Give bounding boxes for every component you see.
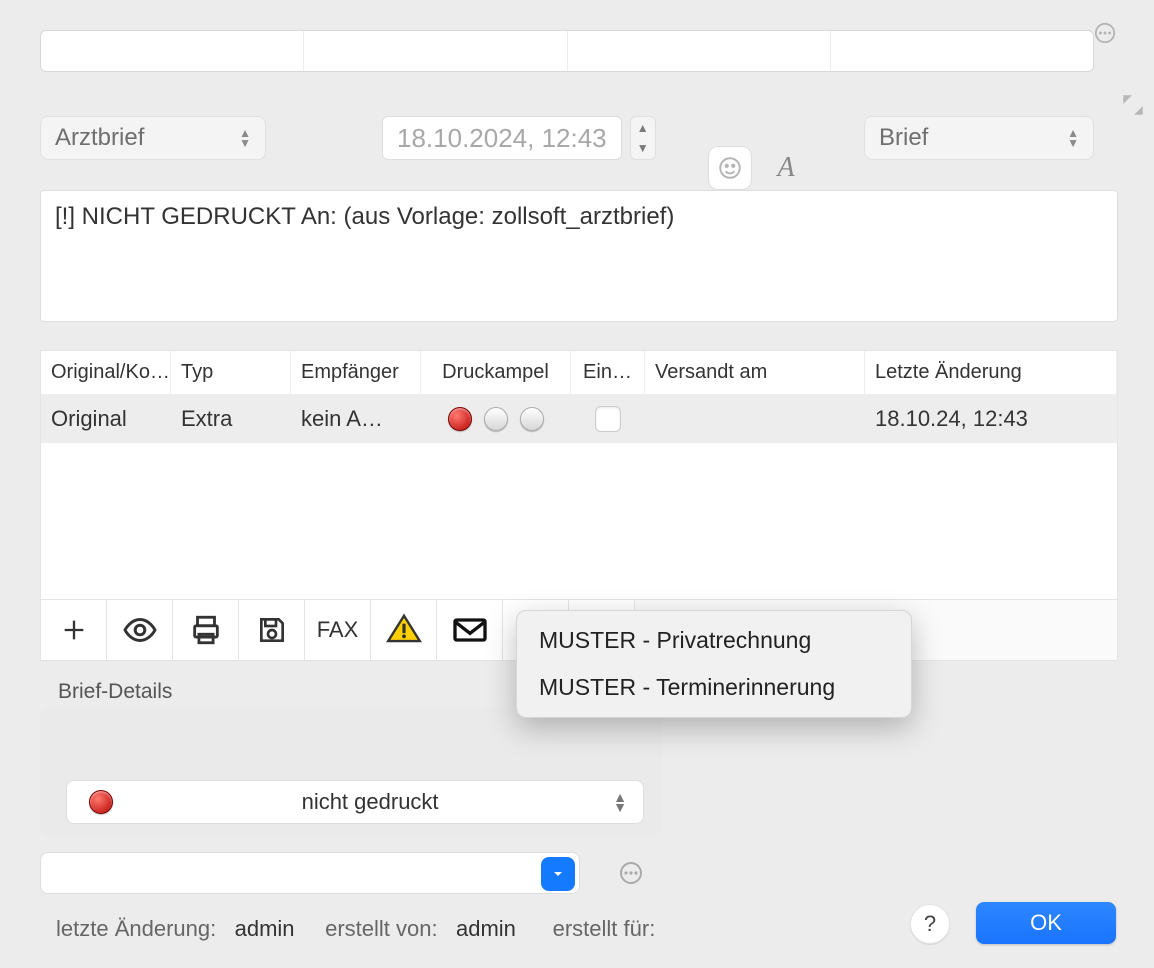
status-light-red-icon [89, 790, 113, 814]
subject-text: [!] NICHT GEDRUCKT An: (aus Vorlage: zol… [55, 203, 674, 230]
dropdown-item-terminerinnerung[interactable]: MUSTER - Terminerinnerung [517, 664, 911, 711]
help-label: ? [924, 911, 936, 937]
type-select[interactable]: Arztbrief ▲▼ [40, 116, 266, 160]
font-button[interactable]: A [764, 146, 808, 190]
col-versandt-am[interactable]: Versandt am [645, 351, 865, 395]
add-button[interactable] [41, 600, 107, 660]
top-tab-bar [40, 30, 1094, 72]
more-options-icon[interactable] [616, 858, 646, 888]
col-letzte-aenderung[interactable]: Letzte Änderung [865, 351, 1117, 395]
subject-textarea[interactable]: [!] NICHT GEDRUCKT An: (aus Vorlage: zol… [40, 190, 1118, 322]
expand-icon[interactable] [1120, 92, 1146, 124]
warning-button[interactable] [371, 600, 437, 660]
ok-label: OK [1030, 910, 1062, 936]
format-select-value: Brief [879, 124, 928, 152]
preview-button[interactable] [107, 600, 173, 660]
top-tab-1[interactable] [41, 31, 304, 71]
cell-empfaenger: kein A… [291, 395, 421, 443]
datetime-field[interactable]: 18.10.2024, 12:43 [382, 116, 622, 160]
created-for-label: erstellt für: [553, 916, 656, 941]
status-light-off [484, 407, 508, 431]
col-original-kopie[interactable]: Original/Ko… [41, 351, 171, 395]
save-button[interactable] [239, 600, 305, 660]
created-by-label: erstellt von: [325, 916, 438, 941]
created-by-value: admin [456, 916, 516, 941]
col-empfaenger[interactable]: Empfänger [291, 351, 421, 395]
table-row[interactable]: Original Extra kein A… 18.10.24, 12:43 [41, 395, 1117, 443]
print-status-value: nicht gedruckt [127, 789, 613, 815]
last-change-value: admin [235, 916, 295, 941]
ok-button[interactable]: OK [976, 902, 1116, 944]
cell-original-kopie: Original [41, 395, 171, 443]
template-dropdown: MUSTER - Privatrechnung MUSTER - Termine… [516, 610, 912, 718]
datetime-value: 18.10.2024, 12:43 [397, 123, 607, 154]
chevron-down-icon: ▼ [631, 139, 655, 157]
top-tab-2[interactable] [304, 31, 567, 71]
cell-typ: Extra [171, 395, 291, 443]
chevron-updown-icon: ▲▼ [239, 128, 251, 148]
cell-versandt-am [645, 395, 865, 443]
more-options-icon[interactable] [1094, 22, 1116, 50]
chevron-up-icon: ▲ [631, 119, 655, 137]
mail-button[interactable] [437, 600, 503, 660]
brief-details-label: Brief-Details [58, 680, 172, 704]
fax-button[interactable]: FAX [305, 600, 371, 660]
status-light-red [448, 407, 472, 431]
cell-letzte-aenderung: 18.10.24, 12:43 [865, 395, 1117, 443]
print-button[interactable] [173, 600, 239, 660]
top-tab-3[interactable] [568, 31, 831, 71]
dropdown-item-privatrechnung[interactable]: MUSTER - Privatrechnung [517, 617, 911, 664]
top-tab-4[interactable] [831, 31, 1093, 71]
fax-label: FAX [317, 617, 359, 643]
col-typ[interactable]: Typ [171, 351, 291, 395]
emoji-button[interactable] [708, 146, 752, 190]
cell-ein [571, 395, 645, 443]
format-select[interactable]: Brief ▲▼ [864, 116, 1094, 160]
col-ein[interactable]: Ein… [571, 351, 645, 395]
cell-druckampel [421, 395, 571, 443]
print-status-select[interactable]: nicht gedruckt ▲▼ [66, 780, 644, 824]
chevron-updown-icon: ▲▼ [1067, 128, 1079, 148]
datetime-stepper[interactable]: ▲ ▼ [630, 116, 656, 160]
checkbox[interactable] [595, 406, 621, 432]
documents-table: Original/Ko… Typ Empfänger Druckampel Ei… [40, 350, 1118, 602]
help-button[interactable]: ? [910, 904, 950, 944]
combobox-dropdown-button[interactable] [541, 857, 575, 891]
last-change-label: letzte Änderung: [56, 916, 216, 941]
status-light-off [520, 407, 544, 431]
footer-info: letzte Änderung: admin erstellt von: adm… [56, 916, 655, 942]
type-select-value: Arztbrief [55, 124, 144, 152]
chevron-updown-icon: ▲▼ [613, 792, 627, 812]
col-druckampel[interactable]: Druckampel [421, 351, 571, 395]
tag-combobox[interactable] [40, 852, 580, 894]
